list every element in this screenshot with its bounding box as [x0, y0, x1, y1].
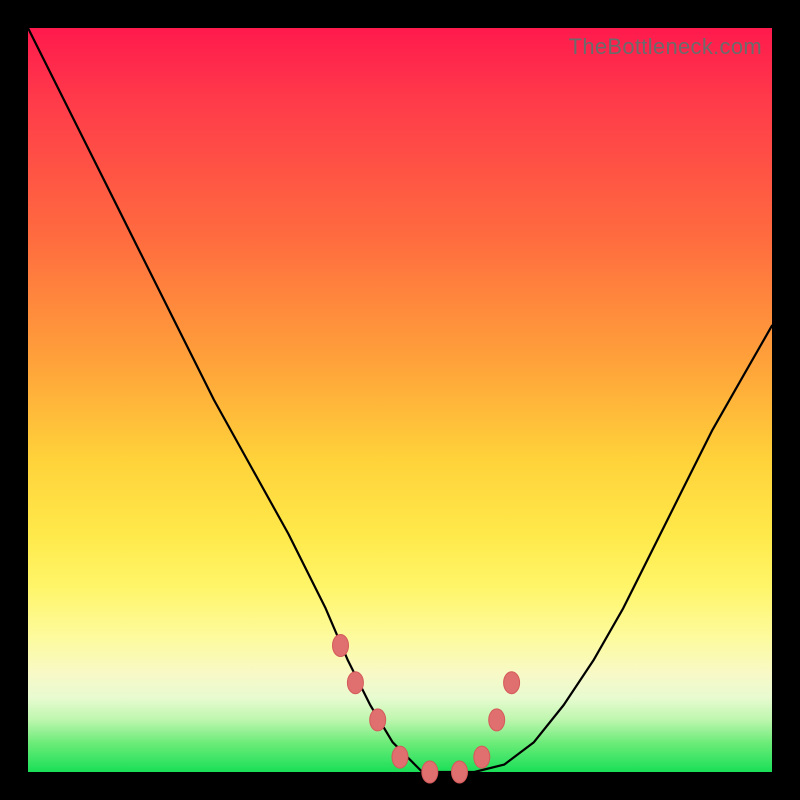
- plot-area: TheBottleneck.com: [28, 28, 772, 772]
- marker-point: [474, 746, 490, 768]
- curve-markers: [333, 635, 520, 784]
- marker-point: [333, 635, 349, 657]
- marker-point: [392, 746, 408, 768]
- marker-point: [504, 672, 520, 694]
- marker-point: [347, 672, 363, 694]
- marker-point: [422, 761, 438, 783]
- chart-frame: TheBottleneck.com: [0, 0, 800, 800]
- marker-point: [452, 761, 468, 783]
- chart-svg: [28, 28, 772, 772]
- curve-line: [28, 28, 772, 772]
- marker-point: [370, 709, 386, 731]
- marker-point: [489, 709, 505, 731]
